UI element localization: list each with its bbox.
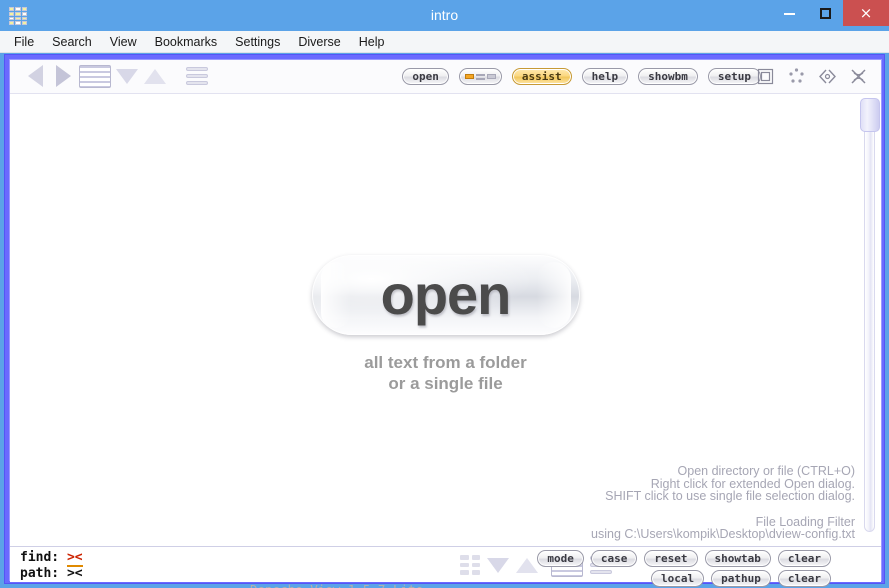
scroll-up-triangle-icon[interactable] bbox=[142, 62, 168, 90]
clear-path-button[interactable]: clear bbox=[777, 570, 831, 587]
hint-line-1: Open directory or file (CTRL+O) bbox=[677, 464, 855, 478]
hint-spacer bbox=[591, 503, 855, 516]
open-big-button-label: open bbox=[380, 263, 512, 326]
hint-text-block: Open directory or file (CTRL+O) Right cl… bbox=[591, 465, 855, 541]
lines-list-icon[interactable] bbox=[184, 62, 210, 90]
help-button[interactable]: help bbox=[581, 68, 629, 85]
statusbar-buttons-row-1: mode case reset showtab clear bbox=[537, 550, 831, 567]
forward-triangle-icon[interactable] bbox=[50, 62, 76, 90]
menu-item-search[interactable]: Search bbox=[43, 31, 101, 53]
window-square-icon[interactable] bbox=[757, 68, 774, 85]
find-path-fields: find: >< path: >< bbox=[20, 550, 83, 582]
hint-line-3: SHIFT click to use single file selection… bbox=[605, 489, 855, 503]
version-line-1: Depeche View 1.5.7 Lite bbox=[250, 582, 423, 588]
scroll-up-triangle-icon[interactable] bbox=[516, 552, 538, 578]
open-subtitle-line2: or a single file bbox=[388, 374, 503, 393]
menu-item-diverse[interactable]: Diverse bbox=[289, 31, 349, 53]
hint-line-5: using C:\Users\kompik\Desktop\dview-conf… bbox=[591, 527, 855, 541]
scrollbar-thumb[interactable] bbox=[860, 98, 880, 132]
minimize-button[interactable] bbox=[771, 0, 807, 26]
close-icon: × bbox=[859, 4, 873, 22]
mode-button[interactable]: mode bbox=[537, 550, 584, 567]
assist-button[interactable]: assist bbox=[511, 68, 572, 85]
vertical-scrollbar[interactable] bbox=[859, 98, 880, 538]
statusbar-buttons: mode case reset showtab clear local path… bbox=[537, 550, 831, 588]
version-info: Depeche View 1.5.7 Lite No Commercial Us… bbox=[250, 550, 423, 588]
path-cursor: >< bbox=[66, 566, 83, 581]
open-subtitle: all text from a folder or a single file bbox=[10, 352, 881, 394]
statusbar-buttons-row-2: local pathup clear bbox=[537, 570, 831, 587]
window-frame: open assist help showbm setup open all t… bbox=[4, 54, 885, 588]
toolbar: open assist help showbm setup bbox=[10, 60, 881, 94]
close-button[interactable]: × bbox=[843, 0, 889, 26]
book-stripes-icon[interactable] bbox=[78, 62, 112, 90]
pathup-button[interactable]: pathup bbox=[711, 570, 771, 587]
scroll-down-triangle-icon[interactable] bbox=[114, 62, 140, 90]
find-label: find: bbox=[20, 550, 67, 565]
showtab-button[interactable]: showtab bbox=[704, 550, 771, 567]
reset-button[interactable]: reset bbox=[644, 550, 698, 567]
scroll-down-triangle-icon[interactable] bbox=[487, 552, 509, 578]
menu-item-file[interactable]: File bbox=[9, 31, 43, 53]
maximize-button[interactable] bbox=[807, 0, 843, 26]
find-cursor: >< bbox=[66, 550, 83, 567]
open-subtitle-line1: all text from a folder bbox=[364, 353, 527, 372]
path-label: path: bbox=[20, 566, 67, 581]
window-title: intro bbox=[430, 7, 459, 23]
dotted-circle-icon[interactable] bbox=[788, 68, 805, 85]
showbm-button[interactable]: showbm bbox=[638, 68, 698, 85]
layout-split-icon-button[interactable] bbox=[458, 68, 502, 85]
application-window: intro × File Search View Bookmarks Setti… bbox=[0, 0, 889, 588]
scrollbar-track[interactable] bbox=[864, 112, 875, 532]
dots-grid-icon[interactable] bbox=[460, 552, 480, 578]
menu-item-settings[interactable]: Settings bbox=[226, 31, 289, 53]
open-cta: open all text from a folder or a single … bbox=[10, 255, 881, 394]
toolbar-nav-icons bbox=[22, 62, 210, 90]
open-toolbar-button[interactable]: open bbox=[402, 68, 449, 85]
status-bar: find: >< path: >< Depeche View 1.5.7 Lit… bbox=[10, 546, 881, 588]
clear-find-button[interactable]: clear bbox=[777, 550, 831, 567]
menu-item-bookmarks[interactable]: Bookmarks bbox=[146, 31, 227, 53]
find-field[interactable]: find: >< bbox=[20, 550, 83, 567]
hourglass-x-icon[interactable] bbox=[850, 68, 867, 85]
path-field[interactable]: path: >< bbox=[20, 566, 83, 582]
local-button[interactable]: local bbox=[651, 570, 705, 587]
toolbar-buttons: open assist help showbm setup bbox=[402, 68, 761, 85]
title-bar: intro × bbox=[0, 0, 889, 31]
client-area: open assist help showbm setup open all t… bbox=[9, 59, 882, 588]
diamond-arrows-icon[interactable] bbox=[819, 68, 836, 85]
setup-button[interactable]: setup bbox=[707, 68, 761, 85]
menu-item-view[interactable]: View bbox=[101, 31, 146, 53]
back-triangle-icon[interactable] bbox=[22, 62, 48, 90]
menu-bar: File Search View Bookmarks Settings Dive… bbox=[0, 31, 889, 53]
open-big-button[interactable]: open bbox=[311, 255, 580, 335]
toolbar-glyph-icons bbox=[757, 68, 867, 85]
menu-item-help[interactable]: Help bbox=[350, 31, 394, 53]
case-button[interactable]: case bbox=[590, 550, 638, 567]
